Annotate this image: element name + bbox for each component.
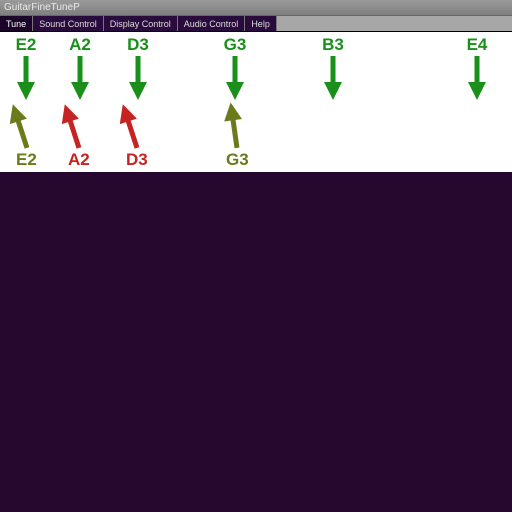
- content-area: E2A2D3G3B3E4E2A2D3G3: [0, 32, 512, 512]
- target-label: A2: [50, 35, 110, 55]
- spectrum-graph: [0, 172, 512, 512]
- detected-arrow-G3: [222, 101, 247, 154]
- up-arrow-icon: [222, 101, 246, 149]
- menu-display-control[interactable]: Display Control: [104, 16, 178, 31]
- menu-audio-control[interactable]: Audio Control: [178, 16, 246, 31]
- target-label: E4: [447, 35, 507, 55]
- menu-bar: Tune Sound Control Display Control Audio…: [0, 16, 512, 32]
- up-arrow-icon: [56, 101, 87, 150]
- window-title: GuitarFineTuneP: [4, 2, 80, 13]
- down-arrow-icon: [324, 54, 342, 100]
- menu-sound-control[interactable]: Sound Control: [33, 16, 104, 31]
- menu-filler: [277, 16, 512, 31]
- menu-help[interactable]: Help: [245, 16, 277, 31]
- detected-arrow-A2: [56, 101, 89, 155]
- up-arrow-icon: [114, 101, 145, 150]
- down-arrow-icon: [17, 54, 35, 100]
- tuning-display: E2A2D3G3B3E4E2A2D3G3: [0, 32, 512, 172]
- down-arrow-icon: [71, 54, 89, 100]
- detected-label-D3: D3: [126, 150, 148, 170]
- down-arrow-icon: [129, 54, 147, 100]
- menu-tune[interactable]: Tune: [0, 16, 33, 31]
- window-titlebar: GuitarFineTuneP: [0, 0, 512, 16]
- target-label: E2: [0, 35, 56, 55]
- detected-arrow-E2: [4, 101, 37, 155]
- up-arrow-icon: [4, 101, 35, 150]
- detected-label-A2: A2: [68, 150, 90, 170]
- target-label: B3: [303, 35, 363, 55]
- target-label: D3: [108, 35, 168, 55]
- detected-arrow-D3: [114, 101, 147, 155]
- detected-label-G3: G3: [226, 150, 249, 170]
- down-arrow-icon: [226, 54, 244, 100]
- detected-label-E2: E2: [16, 150, 37, 170]
- target-label: G3: [205, 35, 265, 55]
- down-arrow-icon: [468, 54, 486, 100]
